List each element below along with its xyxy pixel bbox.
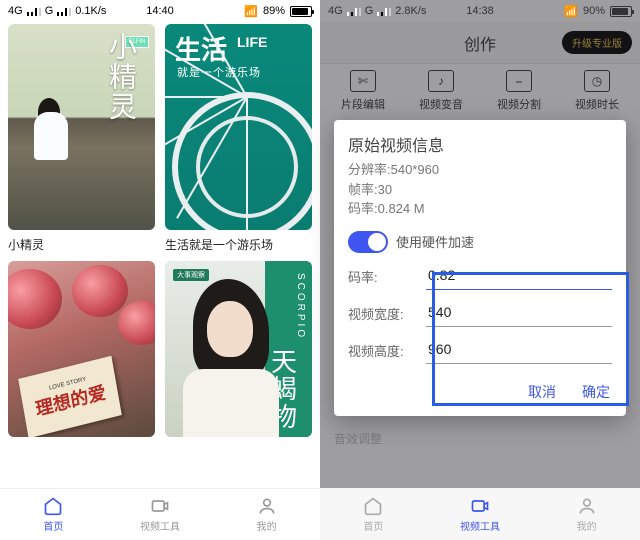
nav-home[interactable]: 首页 [0,489,107,540]
gallery-card[interactable]: 大事观察 SCORPIO 天蝎物 [165,261,312,437]
info-fps: 帧率:30 [348,180,612,200]
width-label: 视频宽度: [348,304,426,323]
nav-video-tools[interactable]: 视频工具 [427,488,534,540]
ferris-wheel-art [172,92,312,230]
battery-icon [290,6,312,17]
video-icon [149,496,171,516]
toggle-label: 使用硬件加速 [396,232,474,251]
nav-video-tools[interactable]: 视频工具 [107,489,214,540]
nav-label: 首页 [43,518,63,533]
gallery-card[interactable]: LOVE STORY 理想的爱 [8,261,155,437]
nav-label: 视频工具 [140,518,180,533]
bitrate-label: 码率: [348,267,426,286]
info-resolution: 分辨率:540*960 [348,160,612,180]
nav-mine[interactable]: 我的 [213,489,320,540]
nav-home[interactable]: 首页 [320,488,427,540]
home-icon [42,496,64,516]
signal-bars-icon [57,6,71,16]
network-indicator: 4G [8,5,23,17]
gallery-card[interactable]: ELFIN 小精灵 小精灵 [8,24,155,253]
book-art: LOVE STORY 理想的爱 [18,356,122,437]
home-icon [362,496,384,516]
signal-bars-icon [377,6,391,16]
overlay-subtitle: 就是一个游乐场 [177,64,261,80]
battery-percent: 89% [263,5,285,17]
video-info-dialog: 原始视频信息 分辨率:540*960 帧率:30 码率:0.824 M 使用硬件… [334,120,626,416]
badge: 大事观察 [173,269,209,281]
gallery-card[interactable]: 生活 LIFE 就是一个游乐场 生活就是一个游乐场 [165,24,312,253]
clock: 14:40 [146,5,174,17]
thumbnail[interactable]: ELFIN 小精灵 [8,24,155,230]
nav-mine[interactable]: 我的 [533,488,640,540]
card-caption: 小精灵 [8,236,155,253]
video-icon [469,496,491,516]
confirm-button[interactable]: 确定 [580,378,612,406]
thumbnail[interactable]: 大事观察 SCORPIO 天蝎物 [165,261,312,437]
net-speed: 0.1K/s [75,5,106,17]
status-bar: 4G G 0.1K/s 14:40 📶 89% [0,0,320,22]
gallery-grid: ELFIN 小精灵 小精灵 生活 LIFE 就是一个游乐场 生活就是一个游乐场 [0,22,320,488]
height-label: 视频高度: [348,341,426,360]
bottom-nav: 首页 视频工具 我的 [320,488,640,540]
user-icon [576,496,598,516]
sound-fx-label: 音效调整 [334,430,382,447]
bitrate-input[interactable] [426,263,612,290]
signal-bars-icon [347,6,361,16]
info-bitrate: 码率:0.824 M [348,199,612,219]
cancel-button[interactable]: 取消 [526,378,558,406]
card-caption: 生活就是一个游乐场 [165,236,312,253]
bottom-nav: 首页 视频工具 我的 [0,488,320,540]
overlay-title: 小精灵 [107,32,135,122]
signal-bars-icon [27,6,41,16]
nav-label: 我的 [257,518,277,533]
status-bar: 4G G 2.8K/s 14:38 📶 90% [320,0,640,22]
dialog-title: 原始视频信息 [348,132,612,156]
scorpio-label: SCORPIO [295,273,306,340]
width-input[interactable] [426,300,612,327]
thumbnail[interactable]: 生活 LIFE 就是一个游乐场 [165,24,312,230]
overlay-sub: LIFE [237,34,267,50]
battery-icon [610,6,632,17]
hw-accel-toggle[interactable] [348,231,388,253]
clock: 14:38 [466,5,494,17]
thumbnail[interactable]: LOVE STORY 理想的爱 [8,261,155,437]
height-input[interactable] [426,337,612,364]
user-icon [256,496,278,516]
